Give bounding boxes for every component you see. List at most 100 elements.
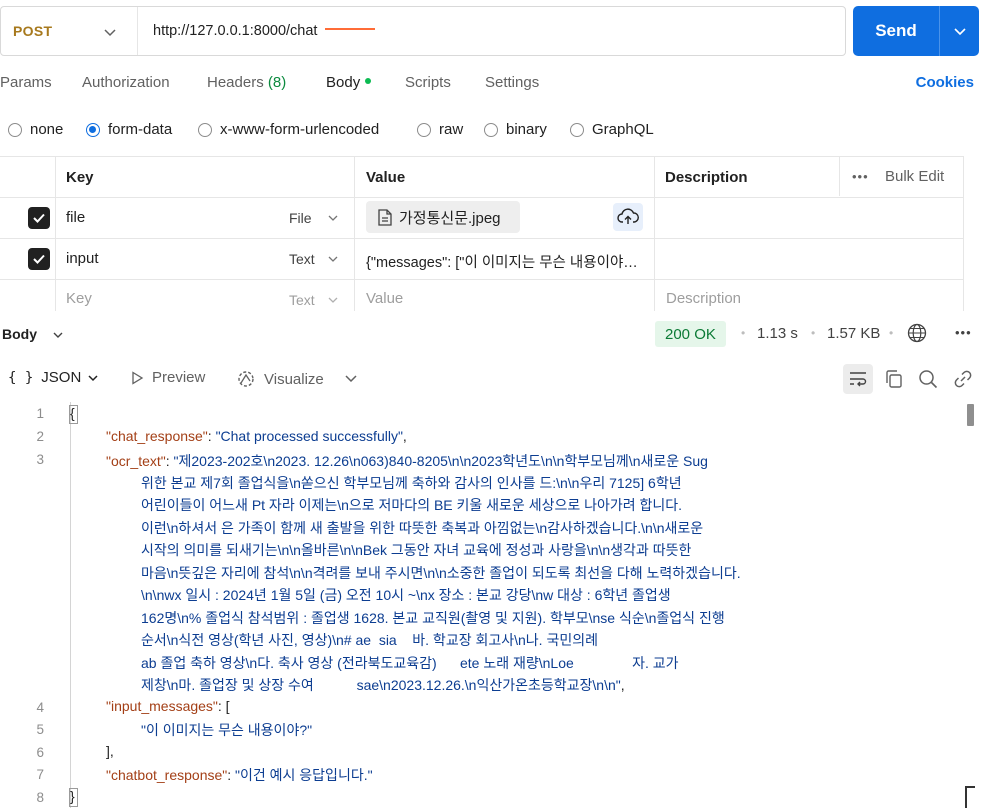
radio-raw[interactable]: raw [417,121,463,138]
json-string-continued: 시작의 의미를 되새기는\n\n올바른\n\nBek 그동안 자녀 교육에 정성… [141,542,692,558]
code-line: "이 이미지는 무슨 내용이야?" [141,720,312,740]
more-options-icon[interactable]: ••• [955,325,972,340]
column-header-value: Value [366,169,406,186]
column-divider [839,156,840,196]
row-key[interactable]: input [66,250,99,267]
tab-scripts[interactable]: Scripts [405,74,451,91]
json-string-continued: 위한 본교 제7회 졸업식을\n쏟으신 학부모님께 축하와 감사의 인사를 드:… [141,475,682,491]
type-placeholder[interactable]: Text [289,292,315,308]
url-input[interactable]: http://127.0.0.1:8000/chat [138,23,317,39]
json-string-continued: 162명\n% 졸업식 참석범위 : 졸업생 1628. 본교 교직원(촬영 및… [141,610,725,626]
tab-body-label: Body [326,74,361,91]
file-name: 가정통신문.jpeg [399,209,501,227]
visualize-icon [238,371,254,387]
chevron-down-icon [328,256,338,262]
headers-count: (8) [267,74,287,91]
link-icon[interactable] [953,369,973,389]
json-string: "제2023-202호\n2023. 12.26\n063)840-8205\n… [173,453,708,469]
wrap-lines-icon [850,372,867,387]
radio-circle [417,122,431,137]
column-divider [654,156,655,311]
chevron-down-icon [328,297,338,303]
indent-guide [70,402,71,808]
table-border [0,197,964,198]
more-options-icon[interactable]: ••• [852,169,869,184]
radio-circle-checked [86,122,100,137]
radio-none[interactable]: none [8,121,63,138]
chevron-down-icon [104,29,116,37]
vertical-scrollbar[interactable] [967,404,974,426]
column-header-description: Description [665,169,748,186]
wrap-lines-button[interactable] [843,364,873,394]
radio-circle [484,122,498,137]
line-number: 1 [36,406,44,421]
radio-graphql[interactable]: GraphQL [570,121,654,138]
cookies-link[interactable]: Cookies [916,74,974,91]
row-value[interactable]: {"messages": ["이 이미지는 무슨 내용이야?"]} [366,251,638,272]
radio-binary[interactable]: binary [484,121,547,138]
globe-icon[interactable] [907,323,927,343]
response-section-toggle[interactable]: Body [2,326,37,342]
upload-file-button[interactable] [613,203,643,231]
checkmark-icon [33,254,45,264]
preview-button[interactable]: Preview [130,369,205,386]
chevron-down-icon [328,215,338,221]
row-key[interactable]: file [66,209,85,226]
radio-form-data[interactable]: form-data [86,121,172,138]
row-checkbox[interactable] [28,248,50,270]
line-number: 8 [36,790,44,805]
status-badge: 200 OK [655,321,726,347]
format-label: JSON [41,369,82,386]
response-size: 1.57 KB [827,325,881,342]
chevron-down-icon[interactable] [344,371,358,385]
radio-none-label: none [30,121,64,138]
row-type-selector[interactable]: Text [289,251,315,267]
radio-urlencoded[interactable]: x-www-form-urlencoded [198,121,379,138]
code-line: 제창\n마. 졸업장 및 상장 수여 sae\n2023.12.26.\n익산가… [141,677,625,693]
copy-icon[interactable] [884,369,904,389]
row-type-selector[interactable]: File [289,210,312,226]
json-string-continued: 마음\n뜻깊은 자리에 참석\n\n격려를 보내 주시면\n\n소중한 졸업이 … [141,565,741,581]
description-placeholder[interactable]: Description [666,290,741,307]
separator-dot: • [811,326,816,340]
json-key: "input_messages" [106,698,218,714]
json-string: "Chat processed successfully" [215,428,403,444]
line-number: 2 [36,429,44,444]
visualize-button[interactable]: Visualize [236,369,324,389]
send-options-button[interactable] [940,24,979,38]
table-border [0,156,964,157]
tab-body[interactable]: Body [326,74,372,91]
key-placeholder[interactable]: Key [66,290,92,307]
format-selector[interactable]: { } JSON [8,369,99,386]
radio-circle [198,122,212,137]
code-brace-close: } [70,788,75,804]
tab-authorization[interactable]: Authorization [82,74,170,91]
radio-raw-label: raw [439,121,464,138]
tab-params[interactable]: Params [0,74,52,91]
response-time: 1.13 s [757,325,798,342]
radio-urlencoded-label: x-www-form-urlencoded [220,121,380,138]
code-line: "chat_response": "Chat processed success… [106,428,407,444]
method-selector[interactable]: POST [1,7,138,55]
json-string: "이건 예시 응답입니다." [235,767,373,783]
chevron-down-icon [88,374,98,381]
send-button[interactable]: Send [853,6,979,56]
braces-icon: { } [8,369,34,386]
radio-form-data-label: form-data [108,121,173,138]
tab-headers[interactable]: Headers (8) [207,74,286,91]
send-label: Send [875,21,917,40]
json-key: "chat_response" [106,428,208,444]
code-brace-open: { [70,405,75,421]
code-line: "input_messages": [ [106,698,230,714]
json-string-continued: ab 졸업 축하 영상\n다. 축사 영상 (전라북도교육감) ete 노래 재… [141,655,679,671]
file-chip[interactable]: 가정통신문.jpeg [366,201,520,233]
row-checkbox[interactable] [28,207,50,229]
line-number: 4 [36,700,44,715]
checkmark-icon [33,213,45,223]
active-tab-underline [325,28,375,30]
bulk-edit-button[interactable]: Bulk Edit [885,168,944,185]
tab-settings[interactable]: Settings [485,74,539,91]
search-icon[interactable] [918,369,938,389]
value-placeholder[interactable]: Value [366,290,403,307]
radio-graphql-label: GraphQL [592,121,654,138]
